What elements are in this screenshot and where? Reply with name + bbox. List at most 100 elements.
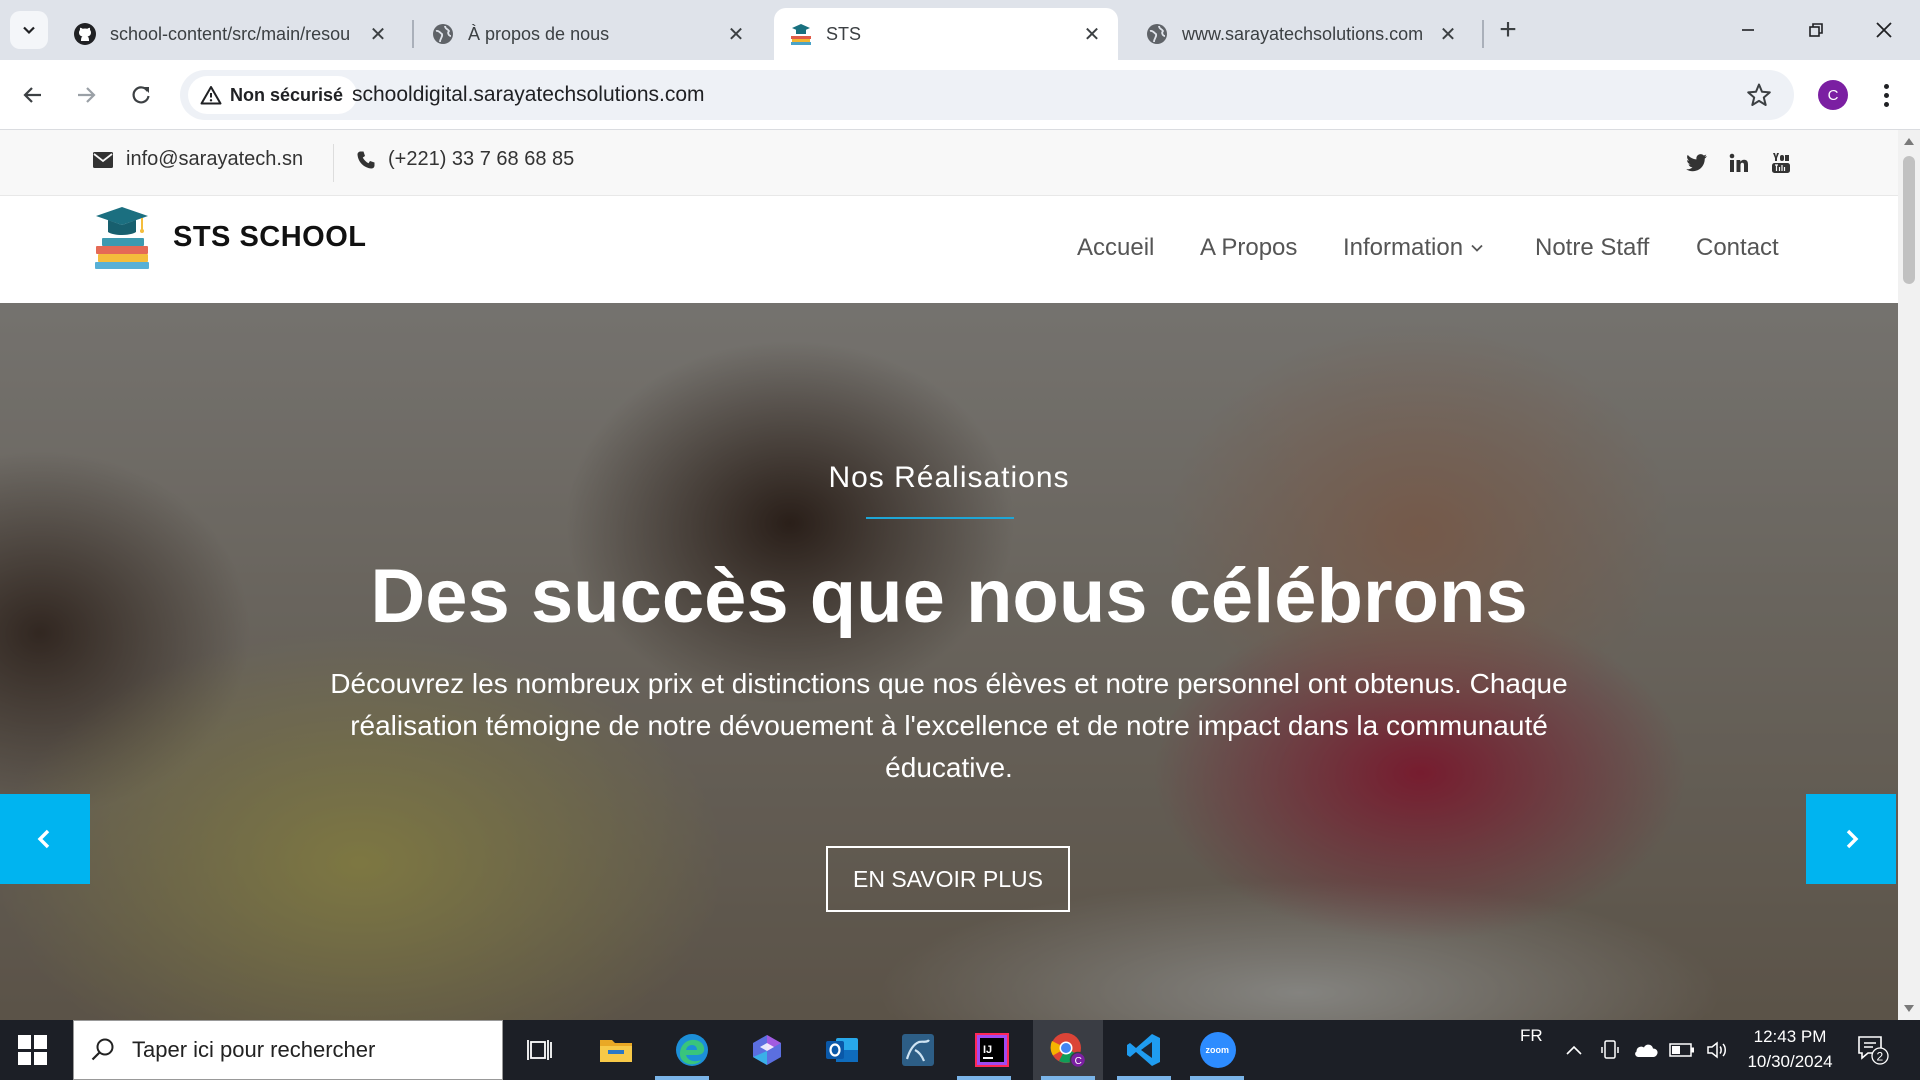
reload-button[interactable] <box>123 77 159 113</box>
twitter-link[interactable] <box>1684 150 1710 176</box>
linkedin-icon <box>1729 153 1748 172</box>
linkedin-link[interactable] <box>1726 150 1752 176</box>
chevron-down-icon <box>23 26 35 35</box>
arrow-right-icon <box>78 87 96 103</box>
windows-logo-pane <box>34 1035 47 1049</box>
forward-button[interactable] <box>68 77 104 113</box>
edge-icon <box>676 1034 708 1066</box>
copilot-button[interactable] <box>745 1029 789 1071</box>
file-explorer-button[interactable] <box>594 1029 638 1071</box>
tab-title: www.sarayatechsolutions.com <box>1182 23 1424 44</box>
task-view-icon <box>527 1040 552 1060</box>
nav-notre-staff[interactable]: Notre Staff <box>1535 234 1649 262</box>
browser-toolbar: Non sécurisé schooldigital.sarayatechsol… <box>0 60 1920 130</box>
site-logo-text[interactable]: STS SCHOOL <box>173 221 367 254</box>
carousel-next-button[interactable] <box>1806 794 1896 884</box>
notification-icon: 2 <box>1858 1036 1889 1065</box>
search-icon <box>91 1038 114 1061</box>
scroll-down-arrow[interactable] <box>1904 1005 1914 1012</box>
tab-github[interactable]: school-content/src/main/resou ✕ <box>58 8 404 60</box>
contact-topbar: info@sarayatech.sn (+221) 33 7 68 68 85 <box>0 130 1898 196</box>
meet-now-button[interactable] <box>1590 1032 1630 1068</box>
onedrive-button[interactable] <box>1626 1032 1666 1068</box>
restore-icon <box>1809 23 1823 37</box>
start-button[interactable] <box>18 1035 48 1065</box>
tab-title: À propos de nous <box>468 23 610 44</box>
nav-a-propos[interactable]: A Propos <box>1200 234 1297 262</box>
zoom-button[interactable]: zoom <box>1196 1029 1240 1071</box>
address-bar[interactable]: Non sécurisé schooldigital.sarayatechsol… <box>180 70 1794 120</box>
arrow-left-icon <box>23 87 41 103</box>
url-text[interactable]: schooldigital.sarayatechsolutions.com <box>352 83 705 107</box>
minimize-button[interactable] <box>1728 12 1768 48</box>
intellij-button[interactable]: IJ <box>970 1029 1014 1071</box>
edge-button[interactable] <box>670 1029 714 1071</box>
chevron-right-icon <box>1846 829 1859 849</box>
chrome-button[interactable]: C <box>1046 1029 1090 1071</box>
restore-button[interactable] <box>1796 12 1836 48</box>
email-contact[interactable]: info@sarayatech.sn <box>92 148 303 171</box>
menu-dot <box>1883 92 1889 98</box>
close-tab-icon[interactable]: ✕ <box>366 22 390 46</box>
nav-contact[interactable]: Contact <box>1696 234 1779 262</box>
hero-headline: Des succès que nous célébrons <box>370 554 1528 639</box>
hero-subtitle-underline <box>866 517 1014 519</box>
hero-description: Découvrez les nombreux prix et distincti… <box>330 668 1568 783</box>
scroll-thumb[interactable] <box>1903 156 1915 284</box>
chevron-left-icon <box>37 829 50 849</box>
zoom-icon: zoom <box>1200 1032 1236 1068</box>
tab-search-button[interactable] <box>10 11 48 49</box>
close-tab-icon[interactable]: ✕ <box>724 22 748 46</box>
tab-a-propos[interactable]: À propos de nous ✕ <box>416 8 762 60</box>
hero-carousel: Nos Réalisations Des succès que nous cél… <box>0 303 1898 1020</box>
menu-dot <box>1883 83 1889 89</box>
security-chip[interactable]: Non sécurisé <box>188 76 358 114</box>
learn-more-button[interactable]: EN SAVOIR PLUS <box>826 846 1070 912</box>
youtube-link[interactable] <box>1768 150 1794 176</box>
star-icon <box>1747 83 1771 106</box>
mysql-workbench-button[interactable] <box>896 1029 940 1071</box>
page-scrollbar[interactable] <box>1898 130 1920 1020</box>
tab-divider <box>412 20 414 48</box>
input-language[interactable]: FR <box>1520 1026 1543 1046</box>
new-tab-button[interactable]: + <box>1492 13 1524 46</box>
youtube-icon <box>1772 153 1790 173</box>
close-tab-icon[interactable]: ✕ <box>1080 22 1104 46</box>
nav-label: Contact <box>1696 234 1779 261</box>
reload-icon <box>132 86 150 104</box>
tab-sts[interactable]: STS ✕ <box>774 8 1118 60</box>
running-indicator <box>1190 1076 1244 1080</box>
school-logo-icon[interactable] <box>92 206 152 270</box>
speaker-icon <box>1707 1041 1726 1059</box>
back-button[interactable] <box>15 77 51 113</box>
nav-accueil[interactable]: Accueil <box>1077 234 1154 262</box>
bookmark-button[interactable] <box>1746 82 1772 113</box>
carousel-prev-button[interactable] <box>0 794 90 884</box>
battery-button[interactable] <box>1662 1032 1702 1068</box>
volume-button[interactable] <box>1698 1032 1738 1068</box>
globe-icon <box>1144 21 1170 47</box>
system-clock[interactable]: 12:43 PM 10/30/2024 <box>1740 1024 1840 1074</box>
mysql-workbench-icon <box>902 1034 934 1066</box>
chevron-up-icon <box>1566 1045 1582 1055</box>
taskbar-search[interactable]: Taper ici pour rechercher <box>73 1020 503 1080</box>
nav-information[interactable]: Information <box>1343 234 1484 262</box>
hero-subtitle: Nos Réalisations <box>828 461 1070 494</box>
file-explorer-icon <box>600 1040 632 1062</box>
close-tab-icon[interactable]: ✕ <box>1436 22 1460 46</box>
running-indicator <box>957 1076 1011 1080</box>
close-window-button[interactable] <box>1864 12 1904 48</box>
task-view-button[interactable] <box>518 1029 562 1071</box>
browser-menu-button[interactable] <box>1874 77 1898 113</box>
tab-sarayatech[interactable]: www.sarayatechsolutions.com ✕ <box>1130 8 1474 60</box>
outlook-button[interactable] <box>820 1029 864 1071</box>
vscode-button[interactable] <box>1122 1029 1166 1071</box>
tab-title: STS <box>826 23 862 44</box>
profile-avatar[interactable]: C <box>1818 80 1848 110</box>
phone-contact[interactable]: (+221) 33 7 68 68 85 <box>356 148 574 171</box>
notifications-button[interactable]: 2 <box>1856 1034 1890 1066</box>
notification-count: 2 <box>1877 1050 1884 1064</box>
scroll-up-arrow[interactable] <box>1904 138 1914 145</box>
windows-taskbar: Taper ici pour rechercher IJ C zoom FR 1… <box>0 1020 1920 1080</box>
topbar-divider <box>333 144 334 182</box>
